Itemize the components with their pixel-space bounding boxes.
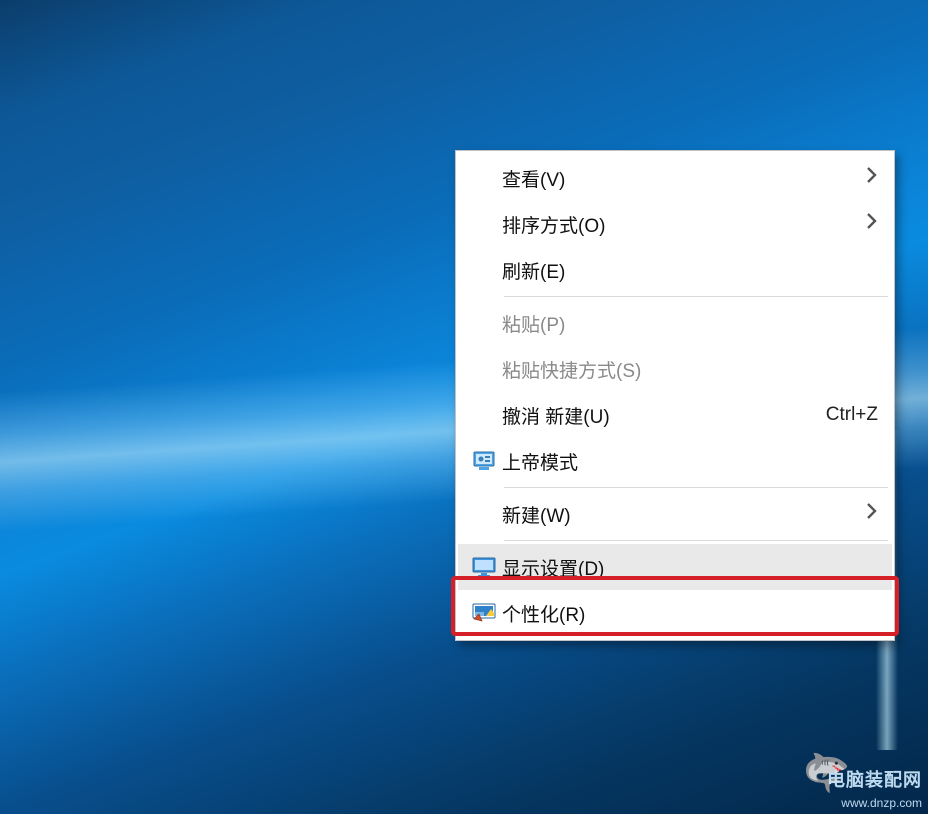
menu-item-label: 查看(V) [502,165,860,192]
chevron-right-icon [860,166,878,190]
menu-item-label: 刷新(E) [502,257,878,284]
menu-item-label: 个性化(R) [502,600,878,627]
menu-separator [504,296,888,297]
desktop-context-menu: 查看(V) 排序方式(O) 刷新(E) 粘贴(P) 粘贴快捷方式(S) 撤消 新… [455,150,895,641]
monitor-icon [466,557,502,577]
menu-item-view[interactable]: 查看(V) [458,155,892,201]
menu-item-label: 上帝模式 [502,448,878,475]
menu-item-label: 粘贴(P) [502,310,878,337]
chevron-right-icon [860,502,878,526]
chevron-right-icon [860,212,878,236]
control-panel-icon [466,451,502,471]
menu-item-shortcut: Ctrl+Z [826,404,878,426]
menu-item-refresh[interactable]: 刷新(E) [458,247,892,293]
menu-item-new[interactable]: 新建(W) [458,491,892,537]
menu-separator [504,487,888,488]
menu-item-godmode[interactable]: 上帝模式 [458,438,892,484]
personalize-icon [466,603,502,623]
watermark-line1: 电脑装配网 [827,766,922,792]
menu-item-personalize[interactable]: 个性化(R) [458,590,892,636]
menu-item-label: 显示设置(D) [502,554,878,581]
menu-item-label: 排序方式(O) [502,211,860,238]
menu-item-paste-shortcut: 粘贴快捷方式(S) [458,346,892,392]
menu-item-label: 粘贴快捷方式(S) [502,356,878,383]
menu-item-display-settings[interactable]: 显示设置(D) [458,544,892,590]
menu-item-undo[interactable]: 撤消 新建(U) Ctrl+Z [458,392,892,438]
watermark: 电脑装配网 www.dnzp.com [827,766,922,810]
watermark-line2: www.dnzp.com [841,796,922,810]
menu-item-sort[interactable]: 排序方式(O) [458,201,892,247]
menu-separator [504,540,888,541]
menu-item-label: 新建(W) [502,501,860,528]
menu-item-paste: 粘贴(P) [458,300,892,346]
menu-item-label: 撤消 新建(U) [502,402,826,429]
